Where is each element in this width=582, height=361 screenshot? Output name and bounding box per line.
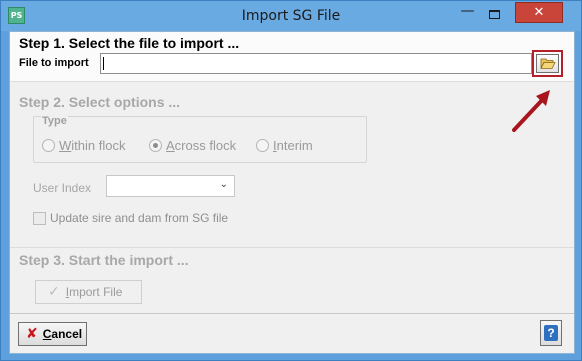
title-bar[interactable]: PS Import SG File — ✕ xyxy=(1,1,581,31)
radio-label: Interim xyxy=(273,138,313,153)
close-button[interactable]: ✕ xyxy=(515,2,563,23)
import-file-label: Import File xyxy=(65,285,123,299)
step1-title: Step 1. Select the file to import ... xyxy=(19,35,240,51)
import-file-button[interactable]: ✓ Import File xyxy=(35,280,142,304)
radio-interim[interactable]: Interim xyxy=(256,138,313,153)
user-index-label: User Index xyxy=(33,181,92,195)
update-sire-dam-label: Update sire and dam from SG file xyxy=(50,211,229,225)
dialog-body: Step 1. Select the file to import ... Fi… xyxy=(9,31,575,354)
step3-title: Step 3. Start the import ... xyxy=(19,252,189,268)
maximize-button[interactable] xyxy=(481,5,508,23)
help-icon: ? xyxy=(544,325,558,341)
help-button[interactable]: ? xyxy=(540,320,562,346)
radio-button-icon xyxy=(42,139,55,152)
type-group: Type Within flock Across flock Interim xyxy=(33,115,367,163)
radio-button-selected-icon xyxy=(149,139,162,152)
text-caret xyxy=(103,57,104,70)
step2-title: Step 2. Select options ... xyxy=(19,94,181,110)
radio-button-icon xyxy=(256,139,269,152)
file-to-import-label: File to import xyxy=(19,57,89,69)
cancel-x-icon: ✘ xyxy=(26,326,38,342)
checkmark-icon: ✓ xyxy=(48,284,60,300)
chevron-down-icon: ⌄ xyxy=(219,179,228,190)
update-sire-dam-checkbox[interactable]: Update sire and dam from SG file xyxy=(33,211,228,225)
radio-label: Across flock xyxy=(166,138,237,153)
import-sg-file-window: PS Import SG File — ✕ Step 1. Select the… xyxy=(0,0,582,361)
checkbox-icon xyxy=(33,211,46,225)
radio-across-flock[interactable]: Across flock xyxy=(149,138,236,153)
cancel-label: Cancel xyxy=(42,327,83,341)
folder-open-icon xyxy=(539,58,556,69)
maximize-icon xyxy=(489,10,500,19)
browse-button[interactable] xyxy=(536,54,559,73)
radio-label: Within flock xyxy=(59,138,126,153)
dialog-footer: ✘ Cancel ? xyxy=(10,315,574,353)
user-index-select[interactable]: ⌄ xyxy=(106,175,235,197)
step3-panel: Step 3. Start the import ... ✓ Import Fi… xyxy=(10,249,574,314)
minimize-button[interactable]: — xyxy=(454,4,481,23)
file-to-import-input[interactable] xyxy=(100,53,532,74)
step1-panel: Step 1. Select the file to import ... Fi… xyxy=(10,32,574,82)
type-group-legend: Type xyxy=(41,115,68,127)
cancel-button[interactable]: ✘ Cancel xyxy=(18,322,87,346)
step2-panel: Step 2. Select options ... Type Within f… xyxy=(10,83,574,248)
radio-within-flock[interactable]: Within flock xyxy=(42,138,125,153)
